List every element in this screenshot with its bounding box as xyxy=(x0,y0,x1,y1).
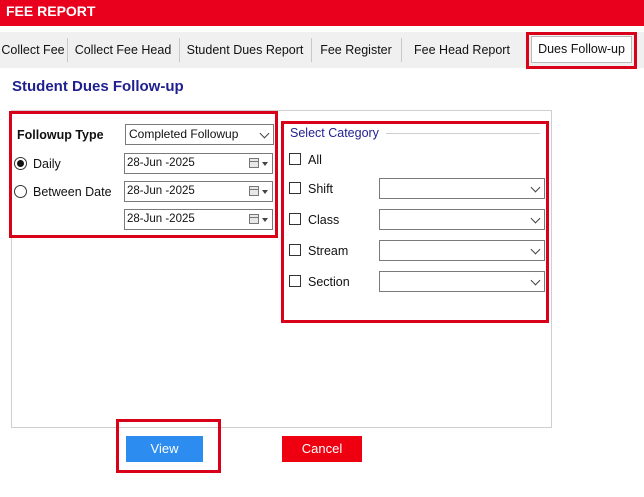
shift-select[interactable] xyxy=(379,178,545,199)
from-date-value: 28-Jun -2025 xyxy=(127,185,195,197)
calendar-icon xyxy=(249,214,259,224)
between-date-label: Between Date xyxy=(33,185,112,199)
chevron-down-icon xyxy=(530,182,541,193)
daily-date-value: 28-Jun -2025 xyxy=(127,157,195,169)
section-label: Section xyxy=(308,275,350,289)
all-label: All xyxy=(308,153,322,167)
tab-fee-register[interactable]: Fee Register xyxy=(312,36,400,64)
tab-collect-fee-head[interactable]: Collect Fee Head xyxy=(68,36,178,64)
all-checkbox[interactable] xyxy=(289,153,301,165)
shift-label: Shift xyxy=(308,182,334,196)
to-date-picker[interactable]: 28-Jun -2025 xyxy=(124,209,273,230)
tab-collect-fee[interactable]: Collect Fee xyxy=(0,36,66,64)
tab-student-dues-report[interactable]: Student Dues Report xyxy=(180,36,310,64)
stream-label: Stream xyxy=(308,244,349,258)
daily-radio[interactable] xyxy=(14,157,27,170)
daily-label: Daily xyxy=(33,157,61,171)
class-label: Class xyxy=(308,213,340,227)
daily-date-picker[interactable]: 28-Jun -2025 xyxy=(124,153,273,174)
select-category-title: Select Category xyxy=(290,126,379,140)
tab-fee-head-report[interactable]: Fee Head Report xyxy=(402,36,522,64)
view-button[interactable]: View xyxy=(126,436,203,462)
category-group-border xyxy=(386,133,540,134)
dropdown-arrow-icon xyxy=(262,218,268,222)
chevron-down-icon xyxy=(530,244,541,255)
class-checkbox[interactable] xyxy=(289,213,301,225)
between-date-radio[interactable] xyxy=(14,185,27,198)
calendar-icon xyxy=(249,186,259,196)
dropdown-arrow-icon xyxy=(262,190,268,194)
followup-type-label: Followup Type xyxy=(17,128,104,142)
section-checkbox[interactable] xyxy=(289,275,301,287)
window-title: FEE REPORT xyxy=(0,0,644,26)
to-date-value: 28-Jun -2025 xyxy=(127,213,195,225)
page-title: Student Dues Follow-up xyxy=(12,78,184,95)
shift-checkbox[interactable] xyxy=(289,182,301,194)
stream-checkbox[interactable] xyxy=(289,244,301,256)
cancel-button[interactable]: Cancel xyxy=(282,436,362,462)
class-select[interactable] xyxy=(379,209,545,230)
followup-type-value: Completed Followup xyxy=(129,127,239,141)
chevron-down-icon xyxy=(530,213,541,224)
stream-select[interactable] xyxy=(379,240,545,261)
section-select[interactable] xyxy=(379,271,545,292)
chevron-down-icon xyxy=(259,128,270,139)
highlight-active-tab xyxy=(526,32,637,69)
dropdown-arrow-icon xyxy=(262,162,268,166)
calendar-icon xyxy=(249,158,259,168)
followup-type-select[interactable]: Completed Followup xyxy=(125,124,274,145)
from-date-picker[interactable]: 28-Jun -2025 xyxy=(124,181,273,202)
chevron-down-icon xyxy=(530,275,541,286)
